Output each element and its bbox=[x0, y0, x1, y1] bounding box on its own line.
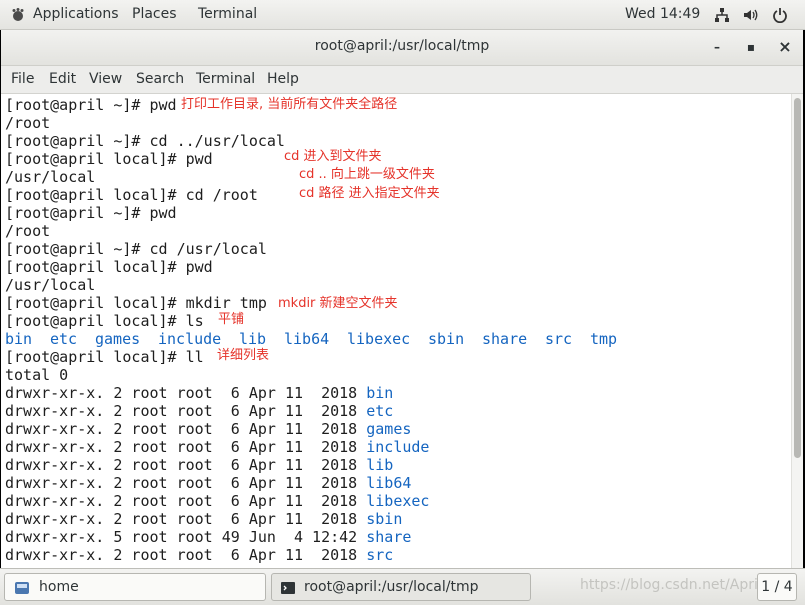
terminal-line: [root@april ~]# pwd bbox=[5, 204, 177, 222]
ll-row-perm: drwxr-xr-x. 2 root root 6 Apr 11 2018 bbox=[5, 492, 367, 510]
ll-row-perm: drwxr-xr-x. 2 root root 6 Apr 11 2018 bbox=[5, 474, 367, 492]
ll-row-perm: drwxr-xr-x. 2 root root 6 Apr 11 2018 bbox=[5, 510, 367, 528]
ll-row-perm: drwxr-xr-x. 5 root root 49 Jun 4 12:42 bbox=[5, 528, 367, 546]
taskbar-item-home[interactable]: home bbox=[4, 573, 266, 601]
ls-entry: games bbox=[95, 330, 141, 348]
scrollbar-thumb[interactable] bbox=[794, 98, 801, 458]
bottom-taskbar: home root@april:/usr/local/tmp https://b… bbox=[0, 568, 805, 605]
ll-row-perm: drwxr-xr-x. 2 root root 6 Apr 11 2018 bbox=[5, 402, 367, 420]
taskbar-terminal-label: root@april:/usr/local/tmp bbox=[304, 579, 479, 595]
places-menu[interactable]: Places bbox=[132, 6, 177, 22]
ll-row-name: libexec bbox=[366, 492, 430, 510]
ll-row: drwxr-xr-x. 2 root root 6 Apr 11 2018 sb… bbox=[5, 510, 402, 528]
ll-row-name: games bbox=[366, 420, 412, 438]
ll-row: drwxr-xr-x. 2 root root 6 Apr 11 2018 in… bbox=[5, 438, 429, 456]
terminal-line: /root bbox=[5, 114, 51, 132]
ll-row-name: lib64 bbox=[366, 474, 412, 492]
menu-file[interactable]: File bbox=[11, 71, 34, 87]
taskbar-item-terminal[interactable]: root@april:/usr/local/tmp bbox=[271, 573, 531, 601]
maximize-button[interactable]: ▪ bbox=[743, 39, 759, 55]
ls-entry: lib64 bbox=[284, 330, 330, 348]
ll-row: drwxr-xr-x. 2 root root 6 Apr 11 2018 sr… bbox=[5, 546, 393, 564]
terminal-line: [root@april ~]# pwd bbox=[5, 96, 177, 114]
ll-row: drwxr-xr-x. 2 root root 6 Apr 11 2018 bi… bbox=[5, 384, 393, 402]
menu-terminal[interactable]: Terminal bbox=[196, 71, 255, 87]
terminal-line: /usr/local bbox=[5, 276, 96, 294]
ls-entry: tmp bbox=[590, 330, 618, 348]
terminal-line: [root@april local]# pwd bbox=[5, 258, 213, 276]
gnome-foot-icon bbox=[11, 8, 25, 22]
ll-row-name: src bbox=[366, 546, 394, 564]
close-button[interactable]: × bbox=[777, 39, 793, 55]
terminal-line: [root@april local]# ls bbox=[5, 312, 204, 330]
applications-menu[interactable]: Applications bbox=[33, 6, 119, 22]
ll-row-perm: drwxr-xr-x. 2 root root 6 Apr 11 2018 bbox=[5, 420, 367, 438]
ll-row: drwxr-xr-x. 5 root root 49 Jun 4 12:42 s… bbox=[5, 528, 411, 546]
terminal-line: [root@april local]# pwd bbox=[5, 150, 213, 168]
ll-row-perm: drwxr-xr-x. 2 root root 6 Apr 11 2018 bbox=[5, 546, 367, 564]
terminal-line: /root bbox=[5, 222, 51, 240]
menu-help[interactable]: Help bbox=[267, 71, 299, 87]
file-manager-icon bbox=[14, 580, 30, 600]
annotation-ll: 详细列表 bbox=[217, 348, 270, 363]
annotation-ls: 平铺 bbox=[218, 312, 245, 327]
terminal-line: [root@april ~]# cd /usr/local bbox=[5, 240, 267, 258]
terminal-line: total 0 bbox=[5, 366, 69, 384]
workspace-pager[interactable]: 1 / 4 bbox=[757, 573, 797, 601]
menu-bar: File Edit View Search Terminal Help bbox=[1, 66, 803, 94]
terminal-icon bbox=[280, 580, 296, 600]
ll-row-name: bin bbox=[366, 384, 394, 402]
terminal-app-menu[interactable]: Terminal bbox=[198, 6, 257, 22]
ll-row: drwxr-xr-x. 2 root root 6 Apr 11 2018 li… bbox=[5, 456, 393, 474]
watermark: https://blog.csdn.net/April_... bbox=[580, 577, 783, 593]
network-icon[interactable] bbox=[714, 7, 730, 23]
ll-row-name: include bbox=[366, 438, 430, 456]
terminal-line: /usr/local bbox=[5, 168, 96, 186]
terminal-line: [root@april local]# mkdir tmp bbox=[5, 294, 267, 312]
ll-row-name: lib bbox=[366, 456, 394, 474]
menu-search[interactable]: Search bbox=[136, 71, 184, 87]
window-titlebar[interactable]: root@april:/usr/local/tmp – ▪ × bbox=[1, 30, 803, 66]
clock[interactable]: Wed 14:49 bbox=[625, 6, 700, 22]
ll-row: drwxr-xr-x. 2 root root 6 Apr 11 2018 li… bbox=[5, 492, 429, 510]
ls-entry: include bbox=[158, 330, 222, 348]
ls-entry: etc bbox=[50, 330, 78, 348]
ll-row-name: etc bbox=[366, 402, 394, 420]
annotation-cd-path: cd 路径 进入指定文件夹 bbox=[299, 186, 440, 201]
ll-row-name: share bbox=[366, 528, 412, 546]
window-title: root@april:/usr/local/tmp bbox=[314, 38, 490, 54]
terminal-output[interactable]: [root@april ~]# pwd /root [root@april ~]… bbox=[1, 94, 791, 568]
terminal-scrollbar[interactable] bbox=[791, 94, 803, 568]
annotation-cd-up: cd .. 向上跳一级文件夹 bbox=[299, 167, 435, 182]
ls-entry: src bbox=[545, 330, 573, 348]
annotation-cd: cd 进入到文件夹 bbox=[284, 149, 382, 164]
ll-row-perm: drwxr-xr-x. 2 root root 6 Apr 11 2018 bbox=[5, 384, 367, 402]
ls-entry: sbin bbox=[428, 330, 465, 348]
terminal-window: root@april:/usr/local/tmp – ▪ × File Edi… bbox=[1, 30, 803, 568]
ll-row: drwxr-xr-x. 2 root root 6 Apr 11 2018 et… bbox=[5, 402, 393, 420]
annotation-pwd: 打印工作目录, 当前所有文件夹全路径 bbox=[181, 97, 398, 112]
ls-entry: lib bbox=[239, 330, 267, 348]
ll-row-perm: drwxr-xr-x. 2 root root 6 Apr 11 2018 bbox=[5, 456, 367, 474]
ls-entry: share bbox=[482, 330, 528, 348]
ll-row-name: sbin bbox=[366, 510, 403, 528]
top-bar: Applications Places Terminal Wed 14:49 bbox=[0, 0, 805, 30]
ll-row-perm: drwxr-xr-x. 2 root root 6 Apr 11 2018 bbox=[5, 438, 367, 456]
minimize-button[interactable]: – bbox=[709, 39, 725, 55]
volume-icon[interactable] bbox=[742, 7, 758, 23]
menu-view[interactable]: View bbox=[89, 71, 122, 87]
ll-row: drwxr-xr-x. 2 root root 6 Apr 11 2018 ga… bbox=[5, 420, 411, 438]
terminal-line: [root@april local]# ll bbox=[5, 348, 204, 366]
ls-entry: bin bbox=[5, 330, 33, 348]
terminal-line: [root@april ~]# cd ../usr/local bbox=[5, 132, 285, 150]
taskbar-home-label: home bbox=[39, 579, 79, 595]
ls-entry: libexec bbox=[347, 330, 411, 348]
ll-row: drwxr-xr-x. 2 root root 6 Apr 11 2018 li… bbox=[5, 474, 411, 492]
power-icon[interactable] bbox=[772, 7, 788, 24]
annotation-mkdir: mkdir 新建空文件夹 bbox=[278, 296, 398, 311]
terminal-line: [root@april local]# cd /root bbox=[5, 186, 258, 204]
menu-edit[interactable]: Edit bbox=[49, 71, 76, 87]
